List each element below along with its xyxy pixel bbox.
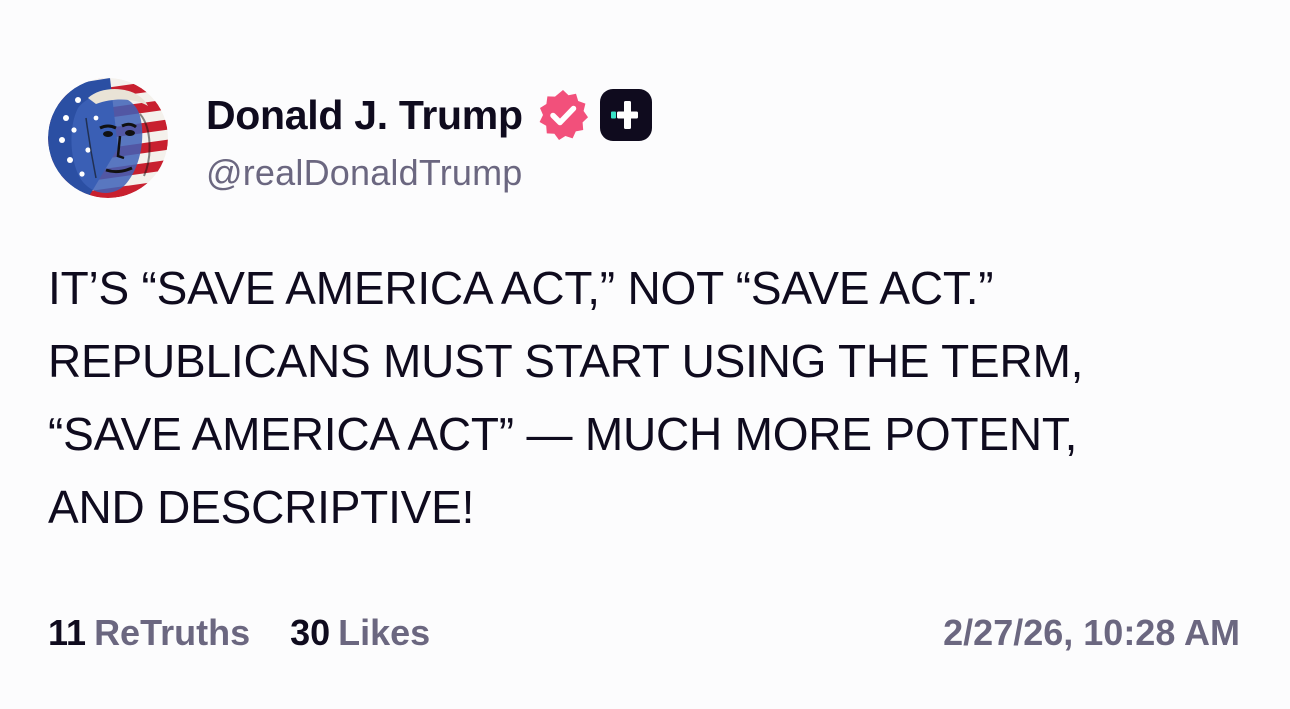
truth-post: Donald J. Trump @realDonaldTrump IT’S “S… (0, 0, 1290, 709)
flag-portrait-avatar (48, 78, 168, 198)
likes-stat[interactable]: 30 Likes (290, 612, 430, 654)
retruths-count: 11 (48, 612, 87, 653)
author-handle[interactable]: @realDonaldTrump (206, 152, 653, 194)
author-display-name[interactable]: Donald J. Trump (206, 92, 523, 139)
likes-label: Likes (338, 612, 431, 653)
post-body-line: AND DESCRIPTIVE! (48, 481, 475, 533)
author-name-row: Donald J. Trump (206, 86, 653, 144)
post-body-line: “SAVE AMERICA ACT” — MUCH MORE POTENT, (48, 408, 1078, 460)
post-body: IT’S “SAVE AMERICA ACT,” NOT “SAVE ACT.”… (48, 252, 1248, 544)
post-body-line: IT’S “SAVE AMERICA ACT,” NOT “SAVE ACT.” (48, 262, 994, 314)
post-stats: 11 ReTruths 30 Likes (48, 608, 470, 658)
retruths-stat[interactable]: 11 ReTruths (48, 612, 250, 654)
truth-plus-badge-icon (599, 88, 653, 142)
post-body-line: REPUBLICANS MUST START USING THE TERM, (48, 335, 1084, 387)
likes-count: 30 (290, 612, 331, 653)
verified-badge-icon (535, 87, 591, 143)
retruths-label: ReTruths (94, 612, 251, 653)
post-timestamp[interactable]: 2/27/26, 10:28 AM (943, 608, 1240, 658)
author-avatar[interactable] (48, 78, 168, 198)
author-info: Donald J. Trump @realDonaldTrump (206, 86, 653, 194)
